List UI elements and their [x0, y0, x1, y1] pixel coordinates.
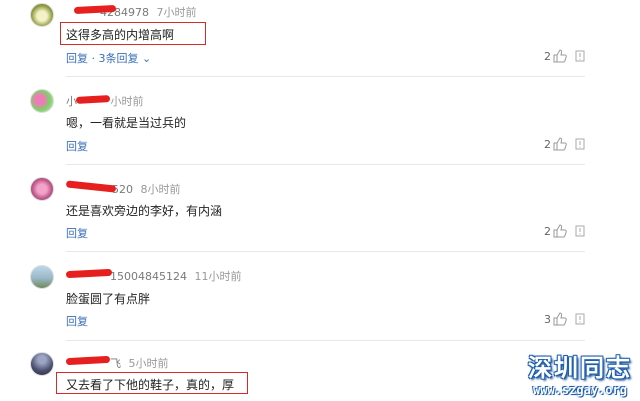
- reply-button[interactable]: 回复: [66, 140, 88, 153]
- comment-time: 7小时前: [156, 6, 197, 19]
- thumbs-up-icon: [553, 224, 567, 238]
- comment-time: 11小时前: [194, 270, 242, 283]
- comment-actions: 回复: [66, 138, 88, 154]
- avatar[interactable]: [30, 265, 54, 289]
- comment-actions: 回复 · 3条回复 ⌄: [66, 50, 151, 66]
- like-button[interactable]: 2: [544, 224, 567, 238]
- reply-button[interactable]: 回复: [66, 315, 88, 328]
- watermark-title: 深圳同志: [528, 354, 632, 382]
- view-replies-link[interactable]: · 3条回复: [92, 52, 139, 65]
- reply-button[interactable]: 回复: [66, 227, 88, 240]
- comment-time: 小时前: [110, 95, 144, 108]
- divider: [66, 164, 585, 165]
- watermark-url: www.szgay.org: [533, 383, 627, 397]
- comment-actions: 回复: [66, 225, 88, 241]
- comment-text: 还是喜欢旁边的李好，有内涵: [66, 204, 223, 218]
- thumbs-up-icon: [553, 49, 567, 63]
- like-button[interactable]: 2: [544, 137, 567, 151]
- comment-text: 这得多高的内增高啊: [66, 28, 175, 42]
- like-count: 2: [544, 224, 551, 238]
- report-icon[interactable]: [575, 225, 585, 237]
- thumbs-up-icon: [553, 137, 567, 151]
- thumbs-up-icon: [553, 312, 567, 326]
- comment-time: 5小时前: [128, 357, 169, 370]
- divider: [66, 340, 585, 341]
- username[interactable]: 飞: [110, 357, 121, 370]
- reply-button[interactable]: 回复: [66, 52, 88, 65]
- watermark: 深圳同志 www.szgay.org: [528, 348, 632, 397]
- username[interactable]: 15004845124: [110, 270, 187, 283]
- avatar[interactable]: [30, 3, 54, 27]
- report-icon[interactable]: [575, 313, 585, 325]
- comment-text: 又去看了下他的鞋子，真的，厚: [66, 378, 235, 392]
- avatar[interactable]: [30, 352, 54, 376]
- report-icon[interactable]: [575, 50, 585, 62]
- report-icon[interactable]: [575, 138, 585, 150]
- like-button[interactable]: 2: [544, 49, 567, 63]
- like-count: 3: [544, 312, 551, 326]
- comment-actions: 回复: [66, 313, 88, 329]
- divider: [66, 251, 585, 252]
- avatar[interactable]: [30, 89, 54, 113]
- comment-text: 嗯，一看就是当过兵的: [66, 116, 187, 130]
- divider: [66, 76, 585, 77]
- avatar[interactable]: [30, 177, 54, 201]
- like-count: 2: [544, 49, 551, 63]
- like-count: 2: [544, 137, 551, 151]
- comment-time: 8小时前: [140, 183, 181, 196]
- comment-text: 脸蛋圆了有点胖: [66, 292, 151, 306]
- like-button[interactable]: 3: [544, 312, 567, 326]
- chevron-down-icon[interactable]: ⌄: [142, 52, 151, 65]
